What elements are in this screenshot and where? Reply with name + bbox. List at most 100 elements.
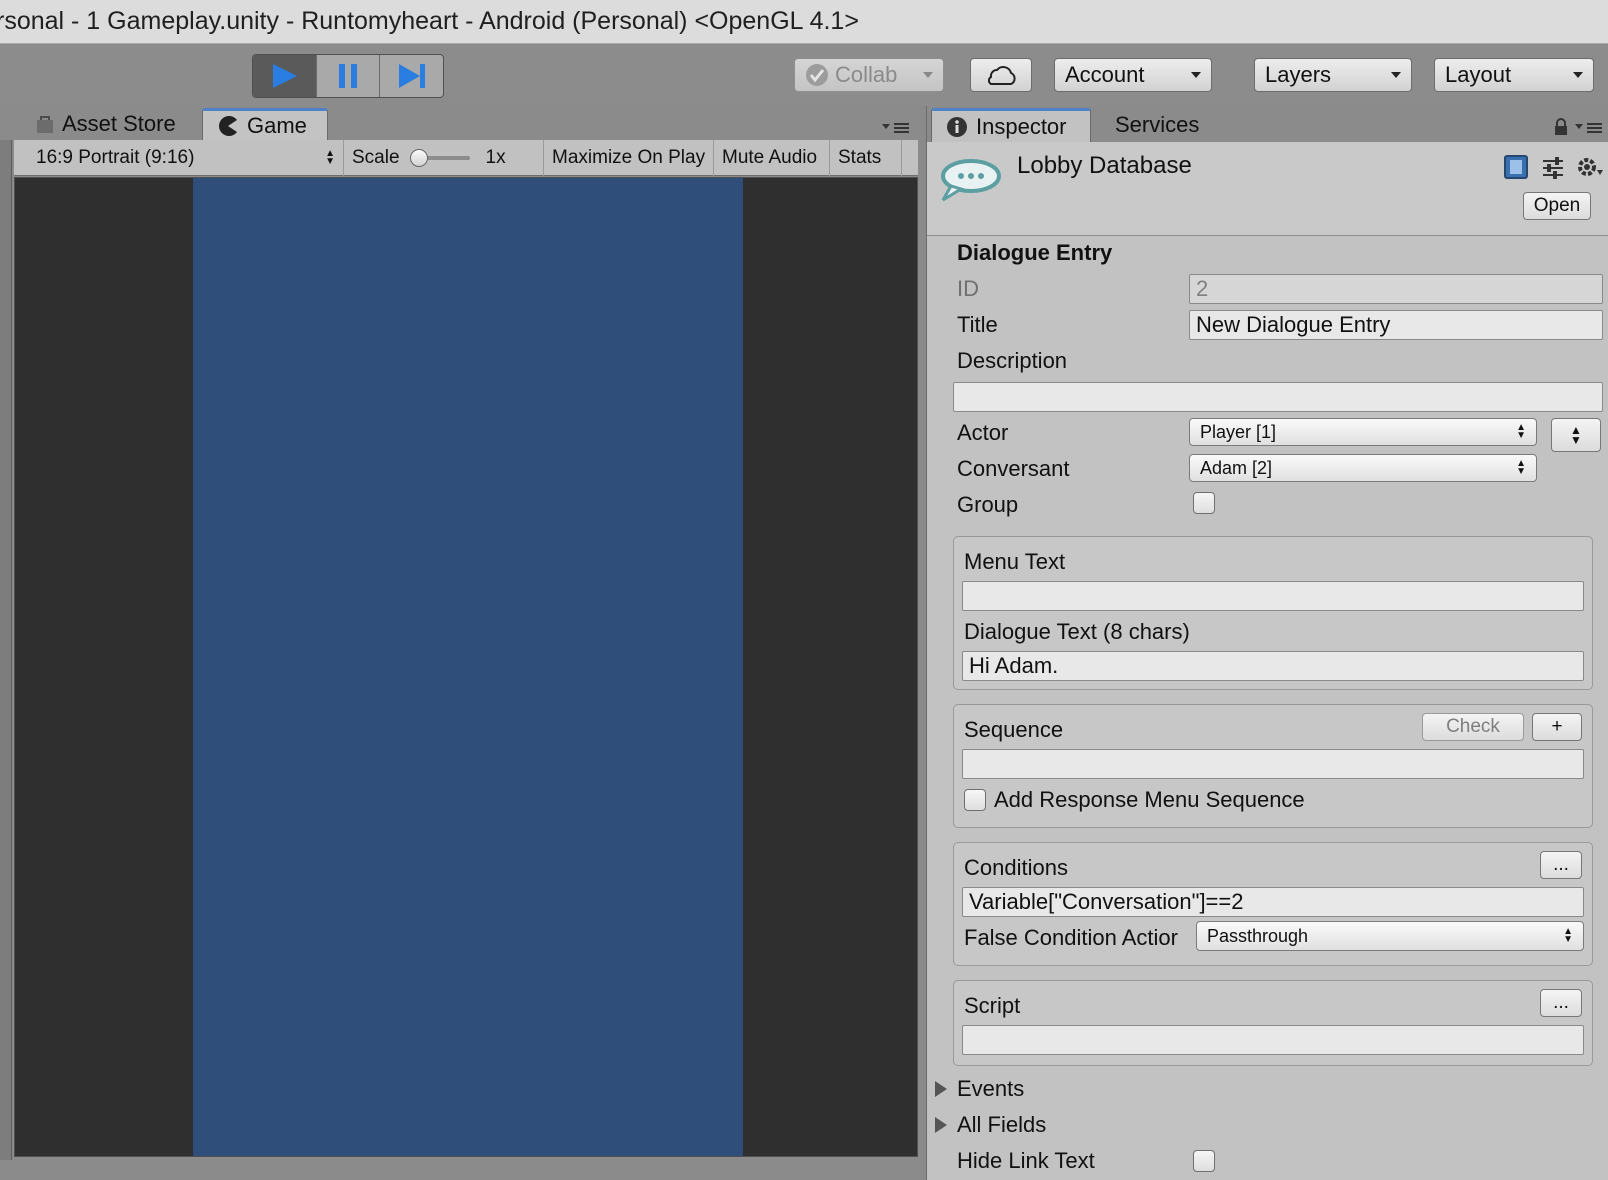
game-view[interactable]	[14, 177, 918, 1157]
conditions-wizard-button[interactable]: ...	[1540, 851, 1582, 879]
panel-menu-icon[interactable]	[882, 1172, 910, 1180]
triangle-right-icon	[935, 1117, 947, 1133]
events-foldout[interactable]: Events	[935, 1076, 1024, 1102]
sequence-field[interactable]	[962, 749, 1584, 779]
pause-icon	[339, 64, 357, 88]
conversant-value: Adam [2]	[1200, 457, 1273, 478]
pacman-icon	[219, 115, 237, 136]
updown-arrows-icon: ▲ ▼	[325, 148, 335, 167]
play-icon	[273, 64, 298, 88]
id-field: 2	[1189, 274, 1603, 304]
play-button[interactable]	[253, 55, 317, 97]
maximize-on-play-toggle[interactable]: Maximize On Play	[544, 140, 714, 176]
add-response-checkbox[interactable]	[964, 789, 986, 811]
gear-icon[interactable]	[1575, 154, 1603, 185]
dialogue-text-field[interactable]: Hi Adam.	[962, 651, 1584, 681]
object-title: Lobby Database	[1017, 152, 1192, 179]
all-fields-foldout[interactable]: All Fields	[935, 1112, 1046, 1138]
panel-edge	[0, 140, 12, 1160]
scale-slider[interactable]	[409, 148, 472, 168]
script-field[interactable]	[962, 1025, 1584, 1055]
tab-inspector[interactable]: Inspector	[931, 108, 1091, 142]
id-label: ID	[957, 276, 979, 301]
step-button[interactable]	[380, 55, 443, 97]
updown-arrows-icon: ▲ ▼	[1563, 926, 1573, 945]
info-icon	[947, 116, 967, 137]
collab-label: Collab	[835, 62, 898, 87]
account-label: Account	[1065, 62, 1145, 87]
help-book-icon[interactable]	[1503, 154, 1529, 185]
window-title: rsonal - 1 Gameplay.unity - Runtomyheart…	[0, 7, 859, 35]
game-panel-tabs: Asset Store Game	[0, 106, 920, 140]
tab-services[interactable]: Services	[1101, 108, 1213, 142]
dialogue-database-icon	[937, 156, 1001, 209]
scale-slider-thumb[interactable]	[409, 149, 428, 167]
tab-label: Services	[1115, 112, 1200, 137]
tab-asset-store[interactable]: Asset Store	[20, 108, 190, 140]
actor-dropdown[interactable]: Player [1] ▲ ▼	[1189, 418, 1537, 446]
description-field[interactable]	[953, 382, 1603, 412]
script-wizard-button[interactable]: ...	[1540, 989, 1582, 1017]
tab-label: Asset Store	[62, 111, 176, 136]
hide-link-text-checkbox[interactable]	[1193, 1150, 1215, 1172]
false-condition-dropdown[interactable]: Passthrough ▲ ▼	[1196, 921, 1584, 951]
step-icon	[398, 64, 425, 88]
description-label: Description	[957, 348, 1068, 373]
group-checkbox[interactable]	[1193, 492, 1215, 514]
updown-arrows-icon: ▲ ▼	[1516, 422, 1526, 441]
inspector-header: Lobby Database Open	[927, 142, 1608, 236]
pause-button[interactable]	[317, 55, 381, 97]
game-screen[interactable]	[193, 178, 743, 1156]
tab-label: Inspector	[976, 113, 1067, 139]
lock-icon[interactable]	[1553, 118, 1569, 141]
conversant-dropdown[interactable]: Adam [2] ▲ ▼	[1189, 454, 1537, 482]
mute-audio-label: Mute Audio	[722, 147, 818, 168]
text-box: Menu Text Dialogue Text (8 chars) Hi Ada…	[953, 536, 1593, 690]
chevron-down-icon	[923, 72, 933, 78]
sequence-add-button[interactable]: +	[1532, 713, 1582, 741]
panel-menu-icon[interactable]	[882, 120, 910, 134]
tab-label: Game	[247, 112, 307, 138]
checkmark-icon	[806, 64, 828, 86]
layers-label: Layers	[1265, 62, 1332, 87]
layout-dropdown[interactable]: Layout	[1434, 58, 1594, 92]
stats-toggle[interactable]: Stats	[830, 140, 902, 176]
add-response-label: Add Response Menu Sequence	[994, 787, 1305, 812]
swap-actor-button[interactable]: ▲ ▼	[1551, 418, 1601, 452]
layers-dropdown[interactable]: Layers	[1254, 58, 1412, 92]
account-dropdown[interactable]: Account	[1054, 58, 1212, 92]
hide-link-text-label: Hide Link Text	[957, 1148, 1095, 1173]
main-toolbar: Collab Account Layers Layout	[0, 44, 1608, 106]
false-condition-value: Passthrough	[1207, 925, 1309, 946]
mute-audio-toggle[interactable]: Mute Audio	[714, 140, 830, 176]
chevron-down-icon	[1191, 72, 1201, 78]
all-fields-label: All Fields	[957, 1112, 1047, 1137]
title-field[interactable]: New Dialogue Entry	[1189, 310, 1603, 340]
sequence-box: Sequence Check + Add Response Menu Seque…	[953, 704, 1593, 828]
actor-value: Player [1]	[1200, 421, 1277, 442]
collab-dropdown[interactable]: Collab	[794, 58, 944, 92]
preset-sliders-icon[interactable]	[1541, 156, 1565, 185]
scale-control: Scale 1x	[344, 140, 544, 176]
chevron-down-icon	[1391, 72, 1401, 78]
scale-value: 1x	[485, 147, 506, 168]
menu-text-field[interactable]	[962, 581, 1584, 611]
cloud-button[interactable]	[970, 58, 1032, 92]
tab-game[interactable]: Game	[202, 108, 328, 140]
sequence-check-button[interactable]: Check	[1422, 713, 1524, 741]
updown-arrows-icon: ▲ ▼	[1516, 458, 1526, 477]
inspector-tabs: Inspector Services	[927, 106, 1608, 142]
chevron-down-icon	[1573, 72, 1583, 78]
panel-menu-icon[interactable]	[1575, 120, 1603, 139]
window-title-bar: rsonal - 1 Gameplay.unity - Runtomyheart…	[0, 0, 1608, 44]
stats-label: Stats	[838, 147, 882, 168]
game-view-toolbar: 16:9 Portrait (9:16) ▲ ▼ Scale 1x Maximiz…	[14, 140, 918, 176]
cloud-icon	[987, 66, 1016, 85]
inspector-panel: Inspector Services Lobby Database Open D…	[926, 106, 1608, 1180]
game-panel: Asset Store Game 16:9 Portrait (9:16) ▲ ▼…	[0, 106, 920, 1180]
conditions-field[interactable]: Variable["Conversation"]==2	[962, 887, 1584, 917]
conditions-label: Conditions	[964, 855, 1068, 880]
aspect-dropdown[interactable]: 16:9 Portrait (9:16) ▲ ▼	[14, 140, 344, 176]
triangle-right-icon	[935, 1081, 947, 1097]
open-button[interactable]: Open	[1523, 192, 1591, 220]
